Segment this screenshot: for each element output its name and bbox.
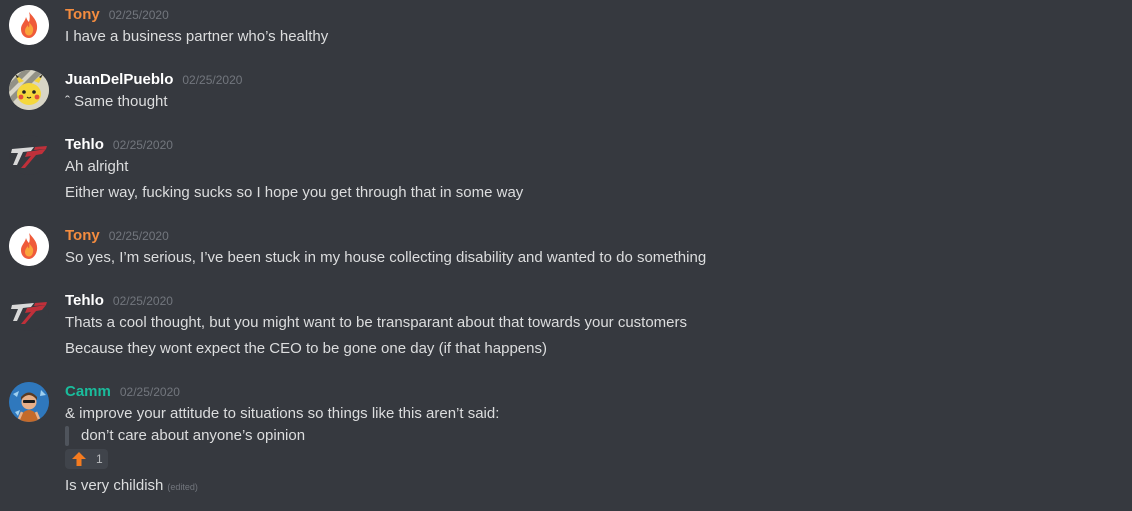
message-text: & improve your attitude to situations so… xyxy=(65,405,500,422)
message-text: Because they wont expect the CEO to be g… xyxy=(65,340,547,357)
message-text: So yes, I’m serious, I’ve been stuck in … xyxy=(65,249,707,266)
message-text: Is very childish (edited) xyxy=(65,476,198,497)
reaction-button[interactable]: 1 xyxy=(65,449,108,469)
timestamp: 02/25/2020 xyxy=(119,385,180,399)
message-header: Tehlo 02/25/2020 xyxy=(65,291,173,311)
message-header: Tony 02/25/2020 xyxy=(65,5,169,25)
message-header: JuanDelPueblo 02/25/2020 xyxy=(65,70,242,90)
camm-avatar-icon[interactable] xyxy=(9,382,49,422)
blockquote: don’t care about anyone’s opinion xyxy=(65,426,305,446)
message-text: Thats a cool thought, but you might want… xyxy=(65,314,688,331)
fire-avatar-icon[interactable] xyxy=(9,226,49,266)
username[interactable]: Tony xyxy=(65,226,100,246)
timestamp: 02/25/2020 xyxy=(108,8,169,22)
blockquote-text: don’t care about anyone’s opinion xyxy=(81,427,306,444)
edited-label: (edited) xyxy=(167,482,198,492)
username[interactable]: Camm xyxy=(65,382,111,402)
timestamp: 02/25/2020 xyxy=(182,73,243,87)
tehlo-logo-avatar-icon[interactable] xyxy=(9,291,49,331)
message-text-content: Is very childish xyxy=(65,477,164,494)
message-text: I have a business partner who’s healthy xyxy=(65,28,329,45)
reaction-count: 1 xyxy=(96,452,103,466)
timestamp: 02/25/2020 xyxy=(108,229,169,243)
message-text: Ah alright xyxy=(65,158,129,175)
blockquote-bar xyxy=(65,426,69,446)
message-header: Tony 02/25/2020 xyxy=(65,226,169,246)
fire-avatar-icon[interactable] xyxy=(9,5,49,45)
tehlo-logo-avatar-icon[interactable] xyxy=(9,135,49,175)
message-text: Either way, fucking sucks so I hope you … xyxy=(65,184,524,201)
username[interactable]: JuanDelPueblo xyxy=(65,70,173,90)
message-header: Tehlo 02/25/2020 xyxy=(65,135,173,155)
timestamp: 02/25/2020 xyxy=(112,138,173,152)
pikachu-avatar-icon[interactable] xyxy=(9,70,49,110)
timestamp: 02/25/2020 xyxy=(112,294,173,308)
username[interactable]: Tehlo xyxy=(65,291,104,311)
message-text: ˆ Same thought xyxy=(65,93,168,110)
username[interactable]: Tony xyxy=(65,5,100,25)
username[interactable]: Tehlo xyxy=(65,135,104,155)
message-header: Camm 02/25/2020 xyxy=(65,382,180,402)
up-arrow-emoji-icon xyxy=(71,451,87,467)
